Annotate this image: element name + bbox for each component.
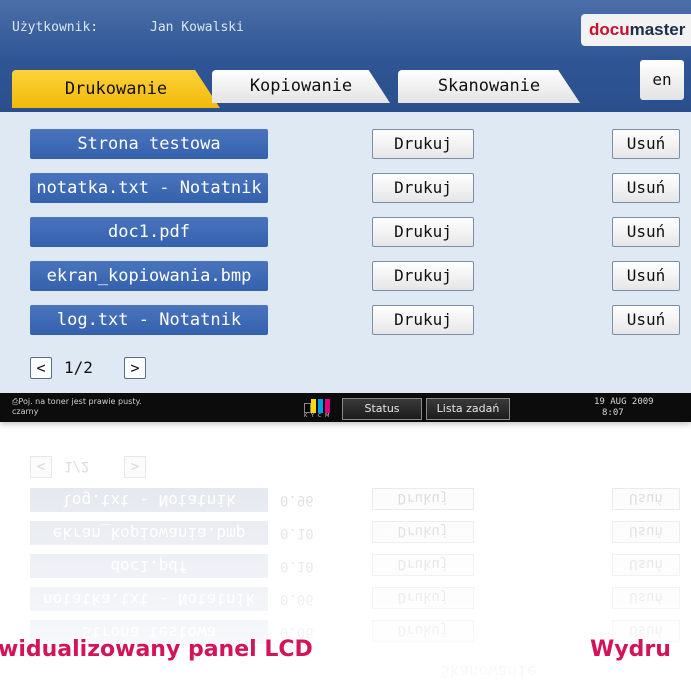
documaster-logo: documaster — [581, 14, 691, 46]
toner-bar-k — [304, 403, 311, 413]
printer-lcd-panel: Użytkownik: Jan Kowalski documaster Druk… — [0, 0, 691, 422]
reflection-value: 0.06 — [280, 591, 314, 607]
reflection-job: log.txt - Notatnik — [30, 488, 268, 512]
job-name[interactable]: Strona testowa — [30, 129, 268, 159]
toner-message: Poj. na toner jest prawie pusty. — [18, 397, 142, 406]
caption-lcd-panel: widualizowany panel LCD — [0, 637, 313, 662]
job-name[interactable]: doc1.pdf — [30, 217, 268, 247]
language-button[interactable]: en — [640, 60, 684, 100]
time: 8:07 — [602, 408, 624, 418]
user-label: Użytkownik: — [12, 20, 99, 35]
toner-bar-m — [325, 399, 330, 413]
reflection-tab: Skanowanie — [440, 662, 537, 681]
print-button[interactable]: Drukuj — [372, 305, 474, 335]
list-item: doc1.pdf Drukuj Usuń — [0, 214, 691, 250]
list-item: log.txt - Notatnik Drukuj Usuń — [0, 302, 691, 338]
reflection-delete: Usuń — [612, 587, 680, 609]
reflection-value: 0.10 — [280, 525, 314, 541]
logo-master: master — [629, 20, 686, 39]
page-indicator: 1/2 — [64, 358, 93, 377]
header-bar: Użytkownik: Jan Kowalski documaster Druk… — [0, 0, 691, 112]
print-button[interactable]: Drukuj — [372, 173, 474, 203]
toner-warning: ⎙Poj. na toner jest prawie pusty. czarny — [12, 397, 142, 417]
reflection-prev: < — [30, 456, 52, 478]
delete-button[interactable]: Usuń — [612, 173, 680, 203]
date-time: 19 AUG 2009 8:07 — [594, 397, 654, 419]
delete-button[interactable]: Usuń — [612, 305, 680, 335]
print-button[interactable]: Drukuj — [372, 129, 474, 159]
toner-bar-y — [311, 399, 316, 413]
reflection-delete: Usuń — [612, 488, 680, 510]
reflection-delete: Usuń — [612, 521, 680, 543]
job-list-button[interactable]: Lista zadań — [426, 398, 510, 420]
job-name[interactable]: ekran_kopiowania.bmp — [30, 261, 268, 291]
tab-scanning[interactable]: Skanowanie — [398, 70, 580, 103]
job-name[interactable]: notatka.txt - Notatnik — [30, 173, 268, 203]
toner-letter: C — [318, 413, 322, 419]
reflection-value: 0.96 — [280, 492, 314, 508]
list-item: ekran_kopiowania.bmp Drukuj Usuń — [0, 258, 691, 294]
reflection-next: > — [124, 456, 146, 478]
toner-bar-c — [318, 399, 323, 413]
system-status-button[interactable]: Status systemu — [342, 398, 422, 420]
reflection-page: 1/2 — [64, 458, 90, 474]
previous-page-button[interactable]: < — [30, 357, 52, 379]
list-item: notatka.txt - Notatnik Drukuj Usuń — [0, 170, 691, 206]
reflection-job: ekran_kopiowania.bmp — [30, 521, 268, 545]
toner-levels-icon: K Y C M — [302, 397, 338, 419]
status-bar: ⎙Poj. na toner jest prawie pusty. czarny… — [0, 393, 691, 422]
reflection-print: Drukuj — [372, 587, 474, 609]
print-button[interactable]: Drukuj — [372, 217, 474, 247]
delete-button[interactable]: Usuń — [612, 217, 680, 247]
delete-button[interactable]: Usuń — [612, 129, 680, 159]
toner-letter: Y — [311, 413, 315, 419]
toner-letter: K — [304, 413, 308, 419]
date: 19 AUG 2009 — [594, 397, 654, 407]
delete-button[interactable]: Usuń — [612, 261, 680, 291]
reflection-delete: Usuń — [612, 554, 680, 576]
job-name[interactable]: log.txt - Notatnik — [30, 305, 268, 335]
user-name: Jan Kowalski — [150, 20, 244, 35]
tab-printing[interactable]: Drukowanie — [12, 70, 220, 108]
toner-letter: M — [325, 413, 330, 419]
reflection-print: Drukuj — [372, 554, 474, 576]
print-button[interactable]: Drukuj — [372, 261, 474, 291]
logo-docu: docu — [589, 20, 630, 39]
list-item: Strona testowa Drukuj Usuń — [0, 126, 691, 162]
toner-color: czarny — [12, 407, 39, 416]
reflection-print: Drukuj — [372, 521, 474, 543]
reflection-value: 0.10 — [280, 558, 314, 574]
reflection-print: Drukuj — [372, 620, 474, 642]
reflection-job: notatka.txt - Notatnik — [30, 587, 268, 611]
reflection-job: doc1.pdf — [30, 554, 268, 578]
reflection-print: Drukuj — [372, 488, 474, 510]
caption-print: Wydru — [590, 637, 671, 662]
tab-copying[interactable]: Kopiowanie — [212, 70, 390, 103]
next-page-button[interactable]: > — [124, 357, 146, 379]
